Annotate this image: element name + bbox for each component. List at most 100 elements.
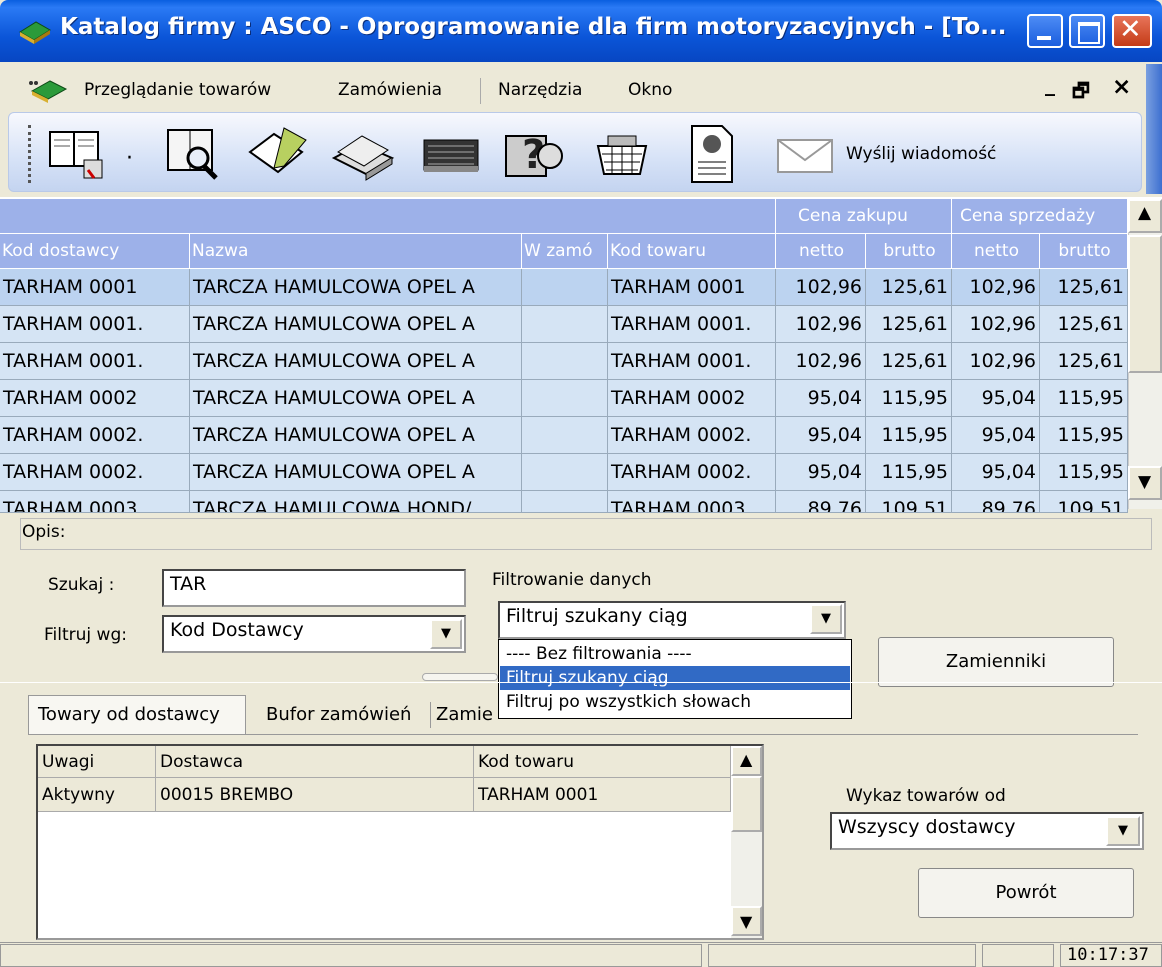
scroll-down-button[interactable]: ▼ — [731, 906, 762, 936]
col-nazwa-header[interactable]: Nazwa — [190, 234, 522, 269]
grid-cell[interactable]: TARCZA HAMULCOWA OPEL A — [190, 454, 522, 491]
supplier-grid-cell[interactable]: Aktywny — [38, 778, 156, 812]
grid-cell[interactable]: TARHAM 0003 — [608, 491, 776, 513]
grid-cell[interactable]: TARHAM 0002. — [608, 417, 776, 454]
grid-cell[interactable]: TARHAM 0001 — [608, 269, 776, 306]
col-kod-towaru-header[interactable]: Kod towaru — [608, 234, 776, 269]
menu-przegladanie[interactable]: Przeglądanie towarów — [84, 80, 271, 100]
grid-cell[interactable]: TARCZA HAMULCOWA OPEL A — [190, 417, 522, 454]
supplier-grid-header[interactable]: Dostawca — [156, 746, 474, 778]
notepad-pen-icon[interactable] — [244, 122, 314, 184]
book-search-icon[interactable] — [160, 122, 230, 184]
grid-cell[interactable]: TARHAM 0002. — [0, 417, 190, 454]
mdi-restore-icon[interactable]: 🗗 — [1072, 77, 1090, 109]
grid-cell[interactable]: 95,04 — [952, 454, 1040, 491]
send-message-button[interactable]: Wyślij wiadomość — [846, 144, 996, 164]
grid-cell[interactable]: TARHAM 0001. — [0, 343, 190, 380]
chevron-down-icon[interactable]: ▼ — [430, 619, 462, 649]
col-brutto-zakup-header[interactable]: brutto — [866, 234, 952, 269]
document-globe-icon[interactable] — [680, 122, 740, 184]
tab-zamienniki[interactable]: Zamie — [436, 704, 498, 725]
grid-cell[interactable]: TARHAM 0002. — [608, 454, 776, 491]
grid-cell[interactable]: 102,96 — [952, 269, 1040, 306]
grid-cell[interactable]: 115,95 — [866, 417, 952, 454]
grid-cell[interactable]: 95,04 — [952, 417, 1040, 454]
minimize-button[interactable] — [1027, 14, 1063, 48]
mdi-close-icon[interactable]: × — [1112, 74, 1131, 100]
col-w-zamowieniu-header[interactable]: W zamó — [522, 234, 608, 269]
filter-by-select[interactable]: Kod Dostawcy — [162, 615, 466, 653]
chevron-down-icon[interactable]: ▼ — [810, 604, 842, 634]
grid-cell[interactable] — [522, 491, 608, 513]
dropdown-arrow-icon[interactable]: · — [126, 146, 133, 171]
grid-cell[interactable]: 95,04 — [776, 454, 866, 491]
grid-cell[interactable]: TARCZA HAMULCOWA OPEL A — [190, 380, 522, 417]
grid-cell[interactable]: 125,61 — [1040, 269, 1128, 306]
grid-cell[interactable]: TARCZA HAMULCOWA OPEL A — [190, 343, 522, 380]
supplier-grid-header[interactable]: Kod towaru — [474, 746, 731, 778]
grid-cell[interactable]: 109,51 — [1040, 491, 1128, 513]
grid-cell[interactable]: 102,96 — [776, 306, 866, 343]
books-stack-icon[interactable] — [330, 122, 400, 184]
tab-bufor-zamowien[interactable]: Bufor zamówień — [266, 704, 411, 725]
grid-cell[interactable]: 125,61 — [866, 306, 952, 343]
supplier-grid-header[interactable]: Uwagi — [38, 746, 156, 778]
grid-cell[interactable]: 102,96 — [776, 269, 866, 306]
scroll-thumb[interactable] — [1128, 235, 1162, 373]
col-kod-dostawcy-header[interactable]: Kod dostawcy — [0, 234, 190, 269]
scroll-up-button[interactable]: ▲ — [1128, 199, 1162, 233]
grid-cell[interactable] — [522, 269, 608, 306]
filtering-option-substring[interactable]: Filtruj szukany ciąg — [500, 666, 850, 690]
catalog-book-icon[interactable] — [44, 122, 114, 184]
maximize-button[interactable] — [1069, 14, 1105, 48]
supplier-grid-cell[interactable]: TARHAM 0001 — [474, 778, 731, 812]
grid-cell[interactable]: 89,76 — [952, 491, 1040, 513]
col-netto-zakup-header[interactable]: netto — [776, 234, 866, 269]
grid-cell[interactable]: TARHAM 0003 — [0, 491, 190, 513]
grid-cell[interactable]: TARHAM 0001. — [608, 306, 776, 343]
chevron-down-icon[interactable]: ▼ — [1106, 816, 1140, 846]
scroll-up-button[interactable]: ▲ — [731, 746, 762, 776]
grid-cell[interactable]: 102,96 — [952, 306, 1040, 343]
grid-cell[interactable]: 115,95 — [1040, 417, 1128, 454]
mdi-minimize-icon[interactable]: _ — [1045, 72, 1055, 96]
grid-cell[interactable]: TARCZA HAMULCOWA OPEL A — [190, 306, 522, 343]
filtering-option-all-words[interactable]: Filtruj po wszystkich słowach — [500, 690, 850, 714]
grid-cell[interactable]: TARHAM 0001. — [0, 306, 190, 343]
grid-cell[interactable]: 95,04 — [776, 380, 866, 417]
grid-cell[interactable] — [522, 343, 608, 380]
filtering-option-none[interactable]: ---- Bez filtrowania ---- — [500, 642, 850, 666]
envelope-icon[interactable] — [776, 138, 836, 174]
grid-cell[interactable]: 125,61 — [1040, 306, 1128, 343]
grid-cell[interactable]: 115,95 — [1040, 454, 1128, 491]
scroll-thumb[interactable] — [731, 776, 762, 832]
substitutes-button[interactable]: Zamienniki — [878, 637, 1114, 687]
shopping-basket-icon[interactable] — [588, 122, 658, 184]
menu-zamowienia[interactable]: Zamówienia — [338, 80, 442, 100]
grid-cell[interactable]: TARHAM 0002 — [0, 380, 190, 417]
filtering-select[interactable]: Filtruj szukany ciąg — [498, 601, 846, 639]
grid-cell[interactable]: TARHAM 0001 — [0, 269, 190, 306]
grid-cell[interactable]: TARHAM 0002. — [0, 454, 190, 491]
grid-cell[interactable]: 109,51 — [866, 491, 952, 513]
supplier-list-select[interactable]: Wszyscy dostawcy — [830, 812, 1144, 850]
grid-cell[interactable] — [522, 306, 608, 343]
col-netto-sprzedaz-header[interactable]: netto — [952, 234, 1040, 269]
grid-cell[interactable]: TARHAM 0002 — [608, 380, 776, 417]
grid-cell[interactable]: TARCZA HAMULCOWA HOND/ — [190, 491, 522, 513]
grid-cell[interactable] — [522, 417, 608, 454]
binder-icon[interactable] — [416, 122, 486, 184]
grid-cell[interactable] — [522, 454, 608, 491]
grid-cell[interactable]: TARCZA HAMULCOWA OPEL A — [190, 269, 522, 306]
grid-cell[interactable]: 125,61 — [1040, 343, 1128, 380]
grid-cell[interactable]: 89,76 — [776, 491, 866, 513]
grid-cell[interactable]: 115,95 — [1040, 380, 1128, 417]
grid-cell[interactable]: 95,04 — [776, 417, 866, 454]
scroll-down-button[interactable]: ▼ — [1128, 466, 1162, 500]
menu-narzedzia[interactable]: Narzędzia — [498, 80, 582, 100]
toolbar-grip[interactable] — [28, 125, 32, 183]
col-brutto-sprzedaz-header[interactable]: brutto — [1040, 234, 1128, 269]
grid-cell[interactable]: 125,61 — [866, 343, 952, 380]
grid-cell[interactable]: 102,96 — [776, 343, 866, 380]
search-input[interactable]: TAR — [162, 569, 466, 607]
